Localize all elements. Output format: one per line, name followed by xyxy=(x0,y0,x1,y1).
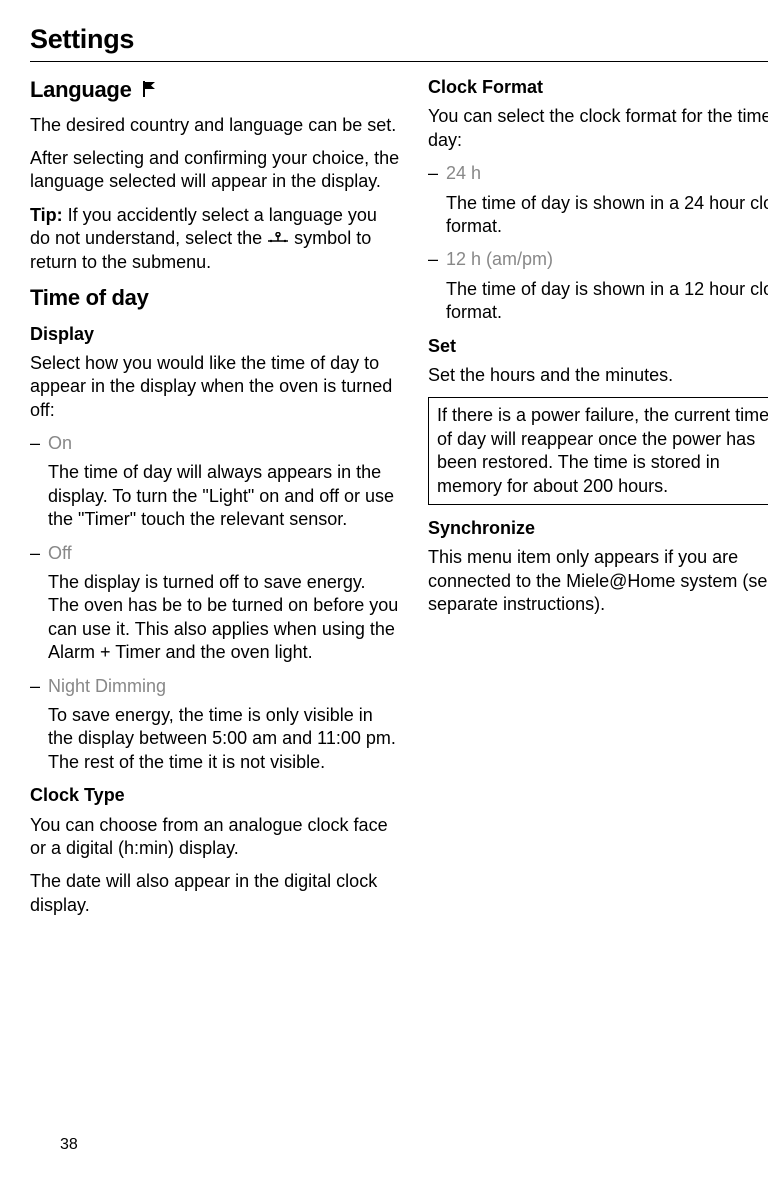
list-item: – 12 h (am/pm) The time of day is shown … xyxy=(428,248,768,324)
synchronize-p1: This menu item only appears if you are c… xyxy=(428,546,768,616)
clock-format-options: – 24 h The time of day is shown in a 24 … xyxy=(428,162,768,324)
option-desc: The time of day will always appears in t… xyxy=(30,461,400,531)
bullet-dash: – xyxy=(428,162,446,185)
clock-type-p1: You can choose from an analogue clock fa… xyxy=(30,814,400,861)
display-intro: Select how you would like the time of da… xyxy=(30,352,400,422)
language-p1: The desired country and language can be … xyxy=(30,114,400,137)
option-label: On xyxy=(48,432,72,455)
synchronize-heading: Synchronize xyxy=(428,517,768,540)
horizontal-rule xyxy=(30,61,768,62)
power-failure-note: If there is a power failure, the current… xyxy=(428,397,768,505)
option-desc: To save energy, the time is only visible… xyxy=(30,704,400,774)
option-desc: The display is turned off to save energy… xyxy=(30,571,400,665)
clock-format-heading: Clock Format xyxy=(428,76,768,99)
option-desc: The time of day is shown in a 12 hour cl… xyxy=(428,278,768,325)
set-heading: Set xyxy=(428,335,768,358)
tip-label: Tip: xyxy=(30,205,63,225)
option-label: 12 h (am/pm) xyxy=(446,248,553,271)
content-columns: Language The desired country and languag… xyxy=(30,76,768,927)
list-item: – Off The display is turned off to save … xyxy=(30,542,400,665)
set-p1: Set the hours and the minutes. xyxy=(428,364,768,387)
bullet-dash: – xyxy=(428,248,446,271)
language-p2: After selecting and confirming your choi… xyxy=(30,147,400,194)
flag-icon xyxy=(141,77,159,106)
option-label: Night Dimming xyxy=(48,675,166,698)
option-label: 24 h xyxy=(446,162,481,185)
clock-type-p2: The date will also appear in the digital… xyxy=(30,870,400,917)
language-tip: Tip: If you accidently select a language… xyxy=(30,204,400,274)
bullet-dash: – xyxy=(30,542,48,565)
time-of-day-heading: Time of day xyxy=(30,284,400,313)
language-heading: Language xyxy=(30,76,400,105)
page-title: Settings xyxy=(30,22,768,57)
list-item: – 24 h The time of day is shown in a 24 … xyxy=(428,162,768,238)
display-heading: Display xyxy=(30,323,400,346)
left-column: Language The desired country and languag… xyxy=(30,76,400,927)
note-text: If there is a power failure, the current… xyxy=(437,405,768,495)
display-options: – On The time of day will always appears… xyxy=(30,432,400,774)
sensor-icon xyxy=(267,229,289,243)
bullet-dash: – xyxy=(30,432,48,455)
list-item: – Night Dimming To save energy, the time… xyxy=(30,675,400,775)
bullet-dash: – xyxy=(30,675,48,698)
list-item: – On The time of day will always appears… xyxy=(30,432,400,532)
option-label: Off xyxy=(48,542,72,565)
language-heading-text: Language xyxy=(30,77,132,102)
right-column: Clock Format You can select the clock fo… xyxy=(428,76,768,927)
clock-format-intro: You can select the clock format for the … xyxy=(428,105,768,152)
page-number: 38 xyxy=(60,1135,78,1156)
clock-type-heading: Clock Type xyxy=(30,784,400,807)
option-desc: The time of day is shown in a 24 hour cl… xyxy=(428,192,768,239)
